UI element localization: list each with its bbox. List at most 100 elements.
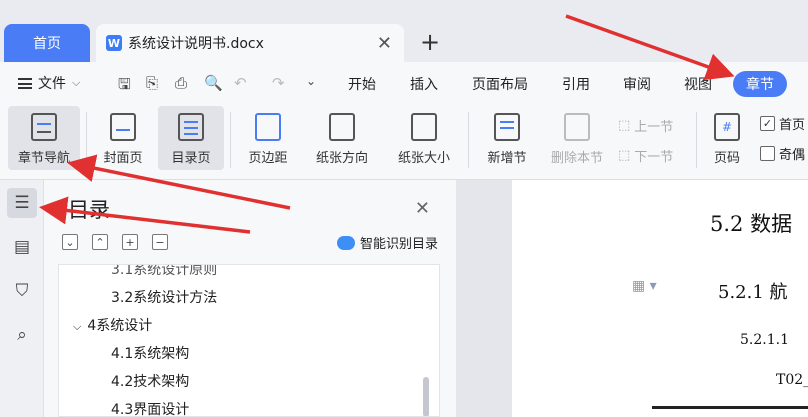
tab-bar: 首页 W 系统设计说明书.docx ✕ + <box>0 0 808 62</box>
first-page-label: 首页 <box>779 118 806 133</box>
toc-item[interactable]: ⌵ 4系统设计 <box>73 315 152 335</box>
checkbox-checked-icon: ✓ <box>760 116 775 131</box>
odd-even-label: 奇偶 <box>779 148 806 163</box>
checkbox-unchecked-icon <box>760 146 775 161</box>
first-page-checkbox[interactable]: ✓ 首页 <box>760 114 805 133</box>
document-page[interactable]: ▦ ▾ 5.2 数据 5.2.1 航 5.2.1.1 T02_ <box>512 180 808 417</box>
chapter-ribbon: 章节导航 封面页 目录页 页边距 纸张方向 纸张大小 新增节 删除本节 ⬚ 上一… <box>0 104 808 180</box>
nav-toolbar: ⌄ ⌃ + − <box>62 234 168 250</box>
remove-icon[interactable]: − <box>152 234 168 250</box>
orientation-label: 纸张方向 <box>315 151 368 166</box>
paragraph-handle-icon[interactable]: ▦ ▾ <box>632 278 657 294</box>
next-section-button[interactable]: ⬚ 下一节 <box>618 146 673 165</box>
toc-item[interactable]: 4.2技术架构 <box>111 371 189 391</box>
document-area: ▦ ▾ 5.2 数据 5.2.1 航 5.2.1.1 T02_ <box>456 180 808 417</box>
margins-label: 页边距 <box>248 151 288 166</box>
delete-section-icon <box>564 113 590 141</box>
ribbon-divider <box>696 112 697 168</box>
customize-chevron-icon[interactable]: ⌄ <box>306 74 316 88</box>
close-icon[interactable]: ✕ <box>377 33 392 54</box>
toc-page-icon <box>178 113 204 141</box>
delete-section-label: 删除本节 <box>550 151 603 166</box>
undo-icon[interactable]: ↶ <box>234 74 247 92</box>
prev-section-label: 上一节 <box>634 120 674 135</box>
odd-even-checkbox[interactable]: 奇偶 <box>760 144 805 163</box>
smart-detect-label: 智能识别目录 <box>359 237 438 252</box>
search-icon[interactable]: ⌕ <box>7 320 37 350</box>
menu-reference[interactable]: 引用 <box>562 74 590 94</box>
outline-icon[interactable]: ▤ <box>7 232 37 262</box>
delete-section-button[interactable]: 删除本节 <box>544 106 610 170</box>
toc-item[interactable]: 3.1系统设计原则 <box>111 265 217 279</box>
margins-button[interactable]: 页边距 <box>236 106 300 170</box>
chapter-nav-button[interactable]: 章节导航 <box>8 106 80 170</box>
cover-page-icon <box>110 113 136 141</box>
redo-icon[interactable]: ↷ <box>272 74 285 92</box>
page-number-label: 页码 <box>713 151 740 166</box>
doc-code-text: T02_ <box>776 372 808 388</box>
next-section-icon: ⬚ <box>618 148 631 163</box>
add-tab-icon[interactable]: + <box>420 28 440 56</box>
orientation-button[interactable]: 纸张方向 <box>304 106 380 170</box>
navigation-pane: 目录 ✕ ⌄ ⌃ + − 智能识别目录 3.1系统设计原则 3.2系统设计方法 … <box>44 180 456 417</box>
ribbon-divider <box>230 112 231 168</box>
smart-detect-icon <box>336 235 355 250</box>
new-section-button[interactable]: 新增节 <box>476 106 538 170</box>
paper-size-icon <box>411 113 437 141</box>
smart-detect-toc-button[interactable]: 智能识别目录 <box>336 233 438 252</box>
ribbon-divider <box>86 112 87 168</box>
toc-list-icon[interactable]: ☰ <box>7 188 37 218</box>
new-section-icon <box>494 113 520 141</box>
menu-page-layout[interactable]: 页面布局 <box>472 74 528 94</box>
chapter-nav-icon <box>31 113 57 141</box>
cover-page-button[interactable]: 封面页 <box>92 106 154 170</box>
toc-item-label: 4系统设计 <box>87 318 153 334</box>
tab-document[interactable]: W 系统设计说明书.docx ✕ <box>96 24 404 62</box>
doc-table-border <box>652 406 808 409</box>
next-section-label: 下一节 <box>634 150 674 165</box>
toc-item[interactable]: 3.2系统设计方法 <box>111 287 217 307</box>
file-menu[interactable]: 文件 ⌵ <box>18 73 80 93</box>
menu-start[interactable]: 开始 <box>348 74 376 94</box>
menu-bar: 文件 ⌵ 🖫 ⎘ ⎙ 🔍 ↶ ↷ ⌄ 开始 插入 页面布局 引用 审阅 视图 章… <box>0 62 808 104</box>
document-tab-title: 系统设计说明书.docx <box>128 36 264 52</box>
word-doc-icon: W <box>106 35 122 51</box>
expand-icon[interactable]: ⌃ <box>92 234 108 250</box>
cover-page-label: 封面页 <box>103 151 143 166</box>
save-icon[interactable]: 🖫 <box>118 74 131 99</box>
side-rail: ☰ ▤ ⛉ ⌕ <box>0 180 44 417</box>
toc-item[interactable]: 4.3界面设计 <box>111 399 189 416</box>
menu-view[interactable]: 视图 <box>684 74 712 94</box>
print-preview-icon[interactable]: 🔍 <box>204 74 223 92</box>
chapter-nav-label: 章节导航 <box>17 151 70 166</box>
page-number-button[interactable]: # 页码 <box>702 106 752 170</box>
ribbon-divider <box>468 112 469 168</box>
paper-size-button[interactable]: 纸张大小 <box>386 106 462 170</box>
chevron-down-icon: ⌵ <box>72 76 81 89</box>
toc-scrollbar[interactable] <box>423 377 429 416</box>
doc-heading: 5.2 数据 <box>710 212 793 236</box>
tab-home[interactable]: 首页 <box>4 24 90 62</box>
add-icon[interactable]: + <box>122 234 138 250</box>
prev-section-button[interactable]: ⬚ 上一节 <box>618 116 673 135</box>
print-icon[interactable]: ⎙ <box>175 74 187 92</box>
menu-insert[interactable]: 插入 <box>410 74 438 94</box>
orientation-icon <box>329 113 355 141</box>
prev-section-icon: ⬚ <box>618 118 631 133</box>
chevron-down-icon[interactable]: ⌵ <box>73 320 81 333</box>
toc-page-button[interactable]: 目录页 <box>158 106 224 170</box>
paper-size-label: 纸张大小 <box>397 151 450 166</box>
page-number-icon: # <box>714 113 740 141</box>
doc-subheading: 5.2.1 航 <box>718 282 788 303</box>
menu-review[interactable]: 审阅 <box>623 74 651 94</box>
new-section-label: 新增节 <box>487 151 527 166</box>
nav-pane-title: 目录 <box>68 198 110 222</box>
bookmark-icon[interactable]: ⛉ <box>7 276 37 306</box>
close-icon[interactable]: ✕ <box>415 198 430 219</box>
margins-icon <box>255 113 281 141</box>
export-icon[interactable]: ⎘ <box>146 74 158 92</box>
toc-page-label: 目录页 <box>171 151 211 166</box>
collapse-icon[interactable]: ⌄ <box>62 234 78 250</box>
menu-chapter[interactable]: 章节 <box>733 71 787 97</box>
toc-item[interactable]: 4.1系统架构 <box>111 343 189 363</box>
